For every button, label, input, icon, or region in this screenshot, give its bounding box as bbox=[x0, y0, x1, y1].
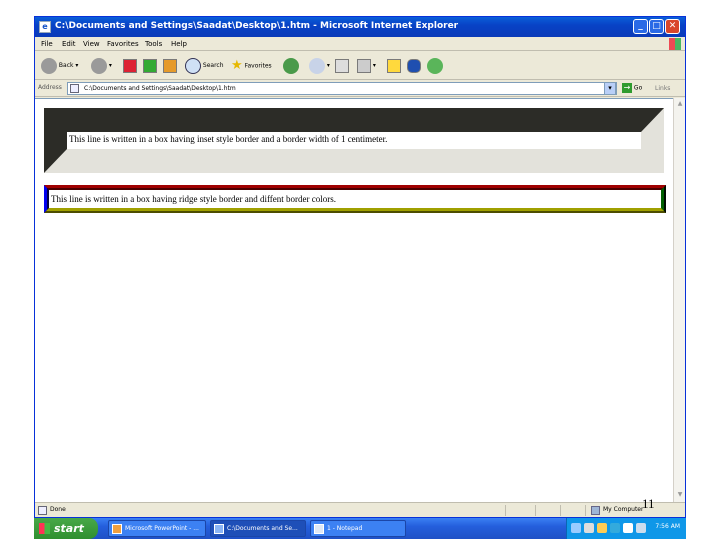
back-arrow-icon bbox=[41, 57, 57, 74]
address-value: C:\Documents and Settings\Saadat\Desktop… bbox=[84, 85, 236, 92]
network-icon[interactable] bbox=[571, 523, 581, 533]
print-button[interactable] bbox=[335, 57, 349, 75]
notes-icon bbox=[387, 58, 401, 73]
bluetooth-tray-icon[interactable] bbox=[610, 523, 620, 533]
favorites-label: Favorites bbox=[244, 62, 272, 70]
menu-view[interactable]: View bbox=[83, 40, 100, 48]
task-label: C:\Documents and Se... bbox=[227, 525, 298, 532]
refresh-button[interactable] bbox=[143, 57, 157, 75]
status-bar: Done My Computer bbox=[35, 502, 685, 517]
taskbar: start Microsoft PowerPoint - ... C:\Docu… bbox=[34, 518, 686, 539]
stop-button[interactable] bbox=[123, 57, 137, 75]
address-input[interactable]: C:\Documents and Settings\Saadat\Desktop… bbox=[67, 82, 617, 95]
ridge-border-box: This line is written in a box having rid… bbox=[44, 185, 666, 213]
menu-tools[interactable]: Tools bbox=[145, 40, 162, 48]
favorites-button[interactable]: ★ Favorites bbox=[231, 57, 272, 75]
start-button[interactable]: start bbox=[34, 518, 98, 539]
search-label: Search bbox=[202, 62, 224, 69]
links-button[interactable]: Links bbox=[655, 85, 670, 92]
page-icon bbox=[70, 84, 79, 93]
mail-button[interactable]: ▾ bbox=[309, 57, 330, 75]
menu-edit[interactable]: Edit bbox=[62, 40, 76, 48]
edit-icon bbox=[357, 58, 371, 73]
address-label: Address bbox=[38, 84, 62, 91]
task-internet-explorer[interactable]: C:\Documents and Se... bbox=[210, 520, 306, 537]
windows-flag-icon bbox=[669, 38, 681, 50]
maximize-button[interactable]: □ bbox=[649, 19, 664, 34]
windows-logo-icon bbox=[39, 523, 50, 534]
menu-bar: File Edit View Favorites Tools Help bbox=[35, 37, 685, 51]
scroll-down-arrow-icon[interactable]: ▼ bbox=[675, 490, 685, 500]
go-arrow-icon: → bbox=[622, 83, 632, 93]
scroll-up-arrow-icon[interactable]: ▲ bbox=[675, 99, 685, 109]
stop-icon bbox=[123, 58, 137, 73]
search-button[interactable]: Search bbox=[185, 57, 224, 75]
system-tray: 7:56 AM bbox=[566, 518, 686, 539]
inset-border-box: This line is written in a box having ins… bbox=[44, 108, 664, 173]
go-label: Go bbox=[633, 84, 643, 92]
status-divider bbox=[505, 505, 506, 516]
minimize-button[interactable]: _ bbox=[633, 19, 648, 34]
address-bar: Address C:\Documents and Settings\Saadat… bbox=[35, 80, 685, 97]
close-button[interactable]: ✕ bbox=[665, 19, 680, 34]
mail-icon bbox=[309, 57, 325, 74]
device-icon[interactable] bbox=[584, 523, 594, 533]
search-icon bbox=[185, 57, 201, 74]
my-computer-icon bbox=[591, 506, 600, 515]
task-powerpoint[interactable]: Microsoft PowerPoint - ... bbox=[108, 520, 206, 537]
task-notepad[interactable]: 1 - Notepad bbox=[310, 520, 406, 537]
start-label: start bbox=[54, 522, 84, 535]
ie-page-icon: e bbox=[39, 21, 51, 33]
volume-icon[interactable] bbox=[623, 523, 633, 533]
notes-button[interactable] bbox=[387, 57, 401, 75]
vertical-scrollbar[interactable]: ▲ ▼ bbox=[673, 98, 685, 502]
messenger-button[interactable] bbox=[427, 57, 443, 75]
task-label: 1 - Notepad bbox=[327, 525, 363, 532]
back-button[interactable]: Back ▾ bbox=[41, 57, 78, 75]
back-label: Back bbox=[58, 62, 74, 69]
clock[interactable]: 7:56 AM bbox=[655, 523, 680, 530]
status-divider bbox=[560, 505, 561, 516]
inset-box-text: This line is written in a box having ins… bbox=[69, 134, 388, 144]
print-icon bbox=[335, 58, 349, 73]
ridge-box-text: This line is written in a box having rid… bbox=[51, 194, 337, 204]
status-text: Done bbox=[50, 506, 66, 513]
status-divider bbox=[535, 505, 536, 516]
bluetooth-icon bbox=[407, 58, 421, 73]
home-button[interactable] bbox=[163, 57, 177, 75]
go-button[interactable]: → Go bbox=[622, 83, 642, 93]
page-content: This line is written in a box having ins… bbox=[35, 98, 673, 502]
ie-icon bbox=[214, 524, 224, 534]
security-icon[interactable] bbox=[597, 523, 607, 533]
forward-arrow-icon bbox=[91, 57, 107, 74]
slide-number: 11 bbox=[642, 496, 655, 511]
bluetooth-button[interactable] bbox=[407, 57, 421, 75]
refresh-icon bbox=[143, 58, 157, 73]
star-icon: ★ bbox=[231, 58, 243, 73]
window-title: C:\Documents and Settings\Saadat\Desktop… bbox=[55, 21, 459, 31]
ie-page-status-icon bbox=[38, 506, 47, 515]
home-icon bbox=[163, 58, 177, 73]
messenger-icon bbox=[427, 57, 443, 74]
edit-button[interactable]: ▾ bbox=[357, 57, 376, 75]
powerpoint-icon bbox=[112, 524, 122, 534]
address-dropdown-button[interactable]: ▾ bbox=[604, 82, 616, 95]
menu-file[interactable]: File bbox=[41, 40, 53, 48]
notepad-icon bbox=[314, 524, 324, 534]
security-zone: My Computer bbox=[603, 506, 644, 513]
browser-window: e C:\Documents and Settings\Saadat\Deskt… bbox=[34, 16, 686, 518]
messenger-tray-icon[interactable] bbox=[636, 523, 646, 533]
status-divider bbox=[585, 505, 586, 516]
title-bar[interactable]: e C:\Documents and Settings\Saadat\Deskt… bbox=[35, 17, 685, 37]
forward-button[interactable]: ▾ bbox=[91, 57, 112, 75]
task-label: Microsoft PowerPoint - ... bbox=[125, 525, 199, 532]
menu-help[interactable]: Help bbox=[171, 40, 187, 48]
history-button[interactable] bbox=[283, 57, 299, 75]
standard-toolbar: Back ▾ ▾ Search ★ Favorites ▾ ▾ bbox=[35, 52, 685, 80]
history-icon bbox=[283, 57, 299, 74]
menu-favorites[interactable]: Favorites bbox=[107, 40, 139, 48]
